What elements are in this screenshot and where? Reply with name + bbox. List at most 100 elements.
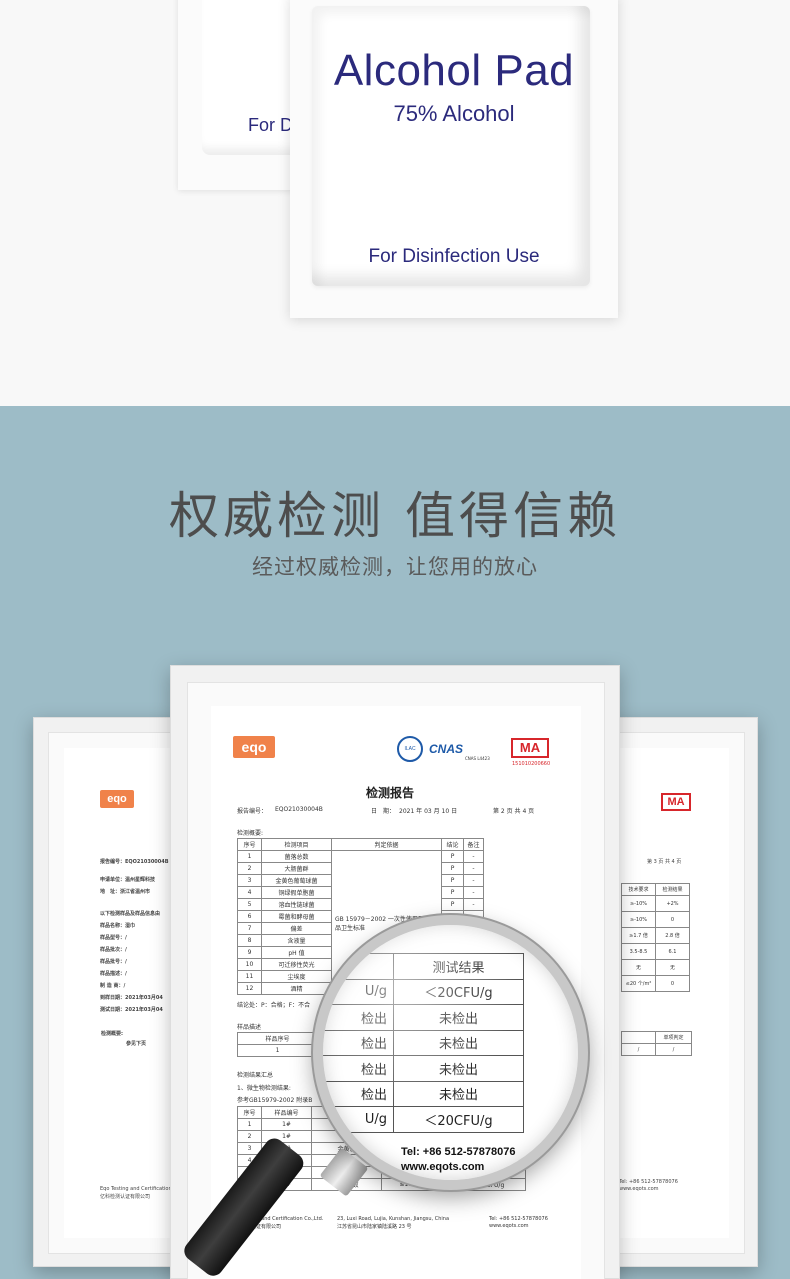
lens-col-left: [323, 953, 394, 980]
table-row: ≥-10% 0: [621, 911, 690, 928]
lens-result-cell: 未检出: [393, 1055, 524, 1082]
left-report-line: 到样日期：2021年03月04: [100, 995, 163, 1001]
row-number: 4: [237, 886, 262, 899]
product-section: For Di Alcohol Pad 75% Alcohol For Disin…: [0, 0, 790, 406]
test-item: 菌落总数: [261, 850, 332, 863]
right-cell: 无: [621, 959, 656, 976]
lens-left-cell: 检出: [323, 1080, 394, 1107]
remark-cell: -: [463, 898, 484, 911]
test-item: 大肠菌群: [261, 862, 332, 875]
row-number: 3: [237, 874, 262, 887]
summary-col-header: 判定依据: [331, 838, 442, 851]
right-cell: ≥1.7 倍: [621, 927, 656, 944]
right-results-table: 技术要求 检测结果 ≥-10% +2% ≥-10% 0 ≥1.7 倍 2.8 倍 3.5-8.5…: [621, 883, 690, 992]
cnas-code: CNAS L4423: [465, 756, 490, 761]
row-number: 11: [237, 970, 262, 983]
right-footer-web: www.eqots.com: [619, 1186, 659, 1192]
micro-cell: 1#: [261, 1118, 312, 1131]
conclusion-note: 结论处：P：合格；F：不合: [237, 1002, 311, 1009]
test-item: 铜绿假单胞菌: [261, 886, 332, 899]
right-cell: ≥-10%: [621, 895, 656, 912]
remark-cell: -: [463, 862, 484, 875]
footer-address-cn: 江苏省昆山市陆家镇陆溪路 23 号: [337, 1224, 412, 1230]
magnified-web: www.eqots.com: [401, 1161, 485, 1173]
test-item: 尘埃度: [261, 970, 332, 983]
test-item: 溶血性链球菌: [261, 898, 332, 911]
left-footer-cn: 亿科检测认证有限公司: [100, 1194, 151, 1200]
row-number: 1: [237, 850, 262, 863]
lens-result-cell: 未检出: [393, 1080, 524, 1107]
summary-label: 检测概要:: [237, 830, 264, 837]
right-page-number: 第 3 页 共 4 页: [647, 859, 682, 865]
ilac-mra-badge-icon: ILAC: [397, 736, 423, 762]
certification-section: 权威检测 值得信赖 经过权威检测，让您用的放心 eqo 报告编号：EQO2103…: [0, 406, 790, 1279]
pad-title: Alcohol Pad: [333, 46, 575, 95]
report-date: 2021 年 03 月 10 日: [399, 808, 458, 815]
lens-result-cell: 未检出: [393, 1004, 524, 1031]
remark-cell: -: [463, 850, 484, 863]
row-number: 5: [237, 898, 262, 911]
lens-left-cell: U/g: [323, 1106, 394, 1133]
cma-seal-icon: MA: [511, 738, 549, 758]
front-alcohol-pad: Alcohol Pad 75% Alcohol For Disinfection…: [290, 0, 618, 318]
right-cell: +2%: [655, 895, 690, 912]
right-footer-tel: Tel: +86 512-57878076: [619, 1179, 678, 1185]
pad-subtitle: 75% Alcohol: [393, 101, 515, 126]
micro-label: 1、微生物检测结果:: [237, 1085, 291, 1092]
report-title: 检测报告: [366, 786, 415, 800]
test-item: 偏差: [261, 922, 332, 935]
right-cell: 0: [655, 911, 690, 928]
conclusion-cell: P: [441, 886, 464, 899]
left-report-line: 样品型号：/: [100, 935, 127, 941]
micro-col-header: 序号: [237, 1106, 262, 1119]
right-col-header: 检测结果: [655, 883, 690, 896]
micro-cell: 1: [237, 1118, 262, 1131]
summary-col-header: 序号: [237, 838, 262, 851]
lens-result-cell: ＜20CFU/g: [393, 978, 524, 1005]
table-row: 检出 未检出: [323, 1055, 524, 1082]
test-item: 酒精: [261, 982, 332, 995]
lens-left-cell: U/g: [323, 978, 394, 1005]
table-row: 检出 未检出: [323, 1080, 524, 1107]
eqo-logo: eqo: [100, 790, 134, 808]
footer-web: www.eqots.com: [489, 1223, 529, 1229]
report-number: EQO2103000​4B: [275, 806, 323, 813]
left-report-line: 报告编号：EQO21030004B: [100, 859, 169, 865]
row-number: 9: [237, 946, 262, 959]
row-number: 2: [237, 862, 262, 875]
left-report-line: 样品描述：/: [100, 971, 127, 977]
conclusion-cell: P: [441, 874, 464, 887]
test-item: pH 值: [261, 946, 332, 959]
left-report-line: 测试日期：2021年03月04: [100, 1007, 163, 1013]
micro-cell: 2: [237, 1130, 262, 1143]
lens-left-cell: 检出: [323, 1029, 394, 1056]
test-item: 可迁移性荧光: [261, 958, 332, 971]
micro-col-header: 样品编号: [261, 1106, 312, 1119]
reference-label: 参考GB15979-2002 附录B: [237, 1097, 313, 1104]
cnas-logo: CNAS: [429, 742, 464, 756]
summary-col-header: 备注: [463, 838, 484, 851]
left-report-line: 样品批次：/: [100, 947, 127, 953]
left-report-line: 制 造 商：/: [100, 983, 126, 989]
report-date-label: 日 期：: [371, 808, 396, 815]
report-number-label: 报告编号：: [237, 808, 268, 815]
eqo-logo: eqo: [233, 736, 275, 758]
left-report-line: 样品名称：湿巾: [100, 923, 136, 929]
row-number: 12: [237, 982, 262, 995]
left-report-line: 以下检测样品及样品信息由: [100, 911, 161, 917]
summary-col-header: 结论: [441, 838, 464, 851]
right-certificate-frame: MA 第 3 页 共 4 页 技术要求 检测结果 ≥-10% +2% ≥-10% 0 ≥1.…: [598, 717, 758, 1267]
section-headline: 权威检测 值得信赖: [169, 487, 621, 545]
test-item: 霉菌和酵母菌: [261, 910, 332, 923]
lens-result-cell: ＜20CFU/g: [393, 1106, 524, 1133]
row-number: 8: [237, 934, 262, 947]
table-row: 1 菌落总数 GB 15979－2002 一次性使用卫生用品卫生标准 P -: [237, 850, 484, 995]
magnified-contact: Tel: +86 512-57878076 www.eqots.com: [401, 1145, 515, 1175]
cma-seal-icon: MA: [661, 793, 691, 811]
table-row: 检出 未检出: [323, 1029, 524, 1056]
left-summary-note: 参见下页: [126, 1041, 147, 1047]
lens-left-cell: 检出: [323, 1004, 394, 1031]
right-cell: 0: [655, 975, 690, 992]
lens-left-cell: 检出: [323, 1055, 394, 1082]
right-cell: ≥-10%: [621, 911, 656, 928]
